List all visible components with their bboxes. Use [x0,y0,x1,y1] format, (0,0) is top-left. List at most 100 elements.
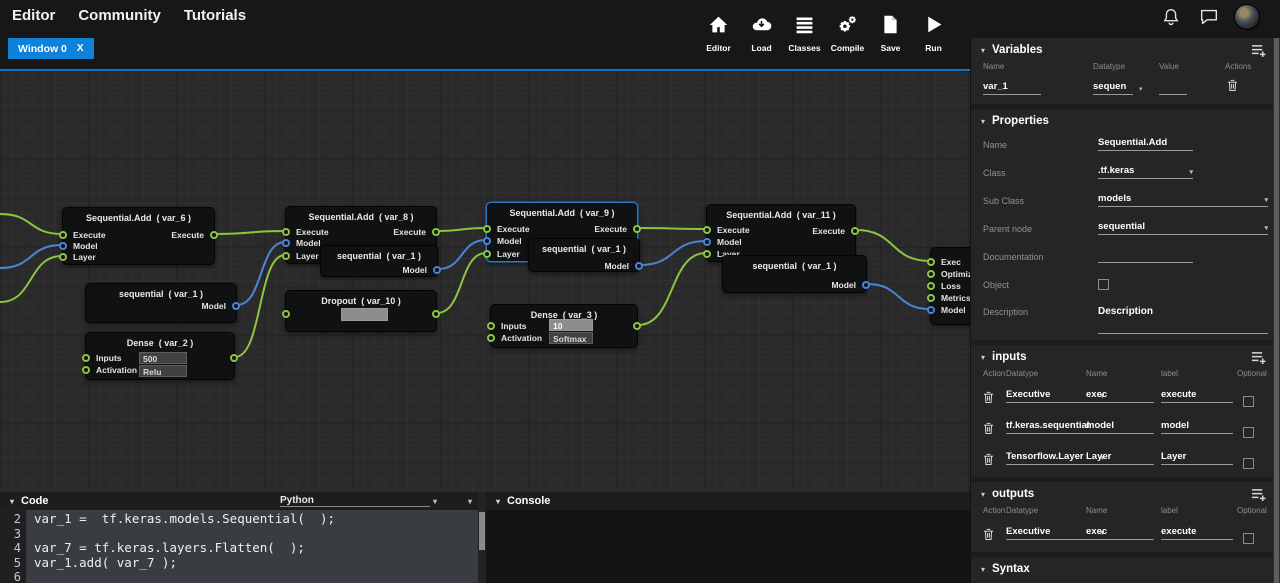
node-sequential-var1-b[interactable]: sequential ( var_1 )Model [320,245,438,277]
model-port[interactable] [862,281,870,289]
node-sequential-add-var11[interactable]: Sequential.Add ( var_11 )ExecuteModelLay… [706,204,856,262]
bell-icon[interactable] [1160,6,1182,28]
delete-trash-icon[interactable] [983,422,994,435]
io-name-field[interactable]: Layer [1086,451,1154,465]
collapse-caret-icon[interactable]: ▾ [496,497,500,506]
property-select[interactable]: sequential▾ [1098,221,1268,235]
node-dense-var3[interactable]: Dense ( var_3 )InputsActivation10Softmax [490,304,638,348]
optional-checkbox[interactable] [1243,427,1254,438]
code-line[interactable] [34,570,478,583]
model-port[interactable] [483,237,491,245]
execute-port[interactable] [633,225,641,233]
layer-port[interactable] [703,250,711,258]
wire[interactable] [437,253,486,313]
execute-port[interactable] [483,225,491,233]
pass-port[interactable] [633,322,641,330]
tool-editor-button[interactable]: Editor [697,14,740,53]
tool-run-button[interactable]: Run [912,14,955,53]
layer-port[interactable] [59,253,67,261]
activation-port[interactable] [487,334,495,342]
dropdown-caret-icon[interactable]: ▾ [1264,196,1268,204]
execute-port[interactable] [432,228,440,236]
wire[interactable] [437,228,486,231]
delete-trash-icon[interactable] [983,453,994,466]
io-label-field[interactable]: execute [1161,389,1233,403]
dropdown-caret-icon[interactable]: ▾ [1264,224,1268,232]
exec-port[interactable] [927,258,935,266]
chat-icon[interactable] [1198,6,1220,28]
menu-tutorials[interactable]: Tutorials [184,7,246,24]
property-select[interactable]: models▾ [1098,193,1268,207]
wire[interactable] [237,242,285,305]
menu-editor[interactable]: Editor [12,7,55,24]
code-scrollbar[interactable] [478,492,486,583]
layer-port[interactable] [483,250,491,258]
node-sequential-var1-d[interactable]: sequential ( var_1 )Model [722,255,867,293]
code-line[interactable]: var_1 = tf.keras.models.Sequential( ); [34,512,478,527]
model-port[interactable] [59,242,67,250]
pass-port[interactable] [432,310,440,318]
wire[interactable] [867,284,930,309]
execute-port[interactable] [703,226,711,234]
optimizer-port[interactable] [927,270,935,278]
language-caret-icon[interactable]: ▾ [433,497,437,506]
code-language-select[interactable]: Python [280,495,430,507]
model-port[interactable] [703,238,711,246]
panel-scrollbar[interactable] [1273,38,1280,583]
node-graph-canvas[interactable]: sequential ( var_1 )ModelSequential.Add … [0,69,970,492]
node-field[interactable]: 500 [139,352,187,364]
variable-name-field[interactable]: var_1 [983,81,1041,95]
wire[interactable] [640,241,706,265]
optional-checkbox[interactable] [1243,396,1254,407]
collapse-caret-icon[interactable]: ▾ [981,490,985,499]
code-line[interactable]: var_7 = tf.keras.layers.Flatten( ); [34,541,478,556]
io-label-field[interactable]: Layer [1161,451,1233,465]
variables-header[interactable]: ▾ Variables [971,38,1280,62]
wire[interactable] [638,228,706,229]
wire[interactable] [0,256,62,302]
tool-compile-button[interactable]: Compile [826,14,869,53]
delete-trash-icon[interactable] [983,528,994,541]
collapse-caret-icon[interactable]: ▾ [981,117,985,126]
io-name-field[interactable]: exec [1086,389,1154,403]
node-field[interactable]: 10 [549,319,593,331]
property-input[interactable] [1098,249,1193,263]
user-avatar[interactable] [1234,4,1260,30]
node-sequential-var1-a[interactable]: sequential ( var_1 )Model [85,283,237,323]
property-select[interactable]: .tf.keras▾ [1098,165,1193,179]
node-field[interactable] [341,308,388,321]
pass-port[interactable] [282,310,290,318]
execute-port[interactable] [59,231,67,239]
panel-scrollbar-thumb[interactable] [1274,38,1279,583]
optional-checkbox[interactable] [1243,533,1254,544]
inputs-port[interactable] [82,354,90,362]
execute-port[interactable] [851,227,859,235]
delete-trash-icon[interactable] [983,391,994,404]
node-dropout-var10[interactable]: Dropout ( var_10 ) [285,290,437,332]
node-dense-var2[interactable]: Dense ( var_2 )InputsActivation500Relu [85,332,235,380]
variable-datatype-select[interactable]: sequen [1093,81,1133,95]
node-model-output[interactable]: ExecOptimizerLossMetricsModel [930,247,970,325]
model-port[interactable] [927,306,935,314]
wire[interactable] [215,231,285,234]
tool-save-button[interactable]: Save [869,14,912,53]
activation-port[interactable] [82,366,90,374]
collapse-caret-icon[interactable]: ▾ [10,497,14,506]
tab-window-0[interactable]: Window 0 X [8,38,94,59]
node-sequential-add-var6[interactable]: Sequential.Add ( var_6 )ExecuteModelLaye… [62,207,215,265]
description-input[interactable] [1098,320,1268,334]
execute-port[interactable] [210,231,218,239]
metrics-port[interactable] [927,294,935,302]
pass-port[interactable] [230,354,238,362]
node-field[interactable]: Relu [139,365,187,377]
node-field[interactable]: Softmax [549,332,593,344]
collapse-caret-icon[interactable]: ▾ [981,353,985,362]
code-scrollbar-thumb[interactable] [479,512,485,550]
syntax-header[interactable]: ▾ Syntax [971,557,1280,581]
layer-port[interactable] [282,252,290,260]
loss-port[interactable] [927,282,935,290]
add-variable-icon[interactable] [1251,44,1266,57]
property-input[interactable]: Sequential.Add [1098,137,1193,151]
properties-header[interactable]: ▾ Properties [971,109,1280,133]
model-port[interactable] [635,262,643,270]
